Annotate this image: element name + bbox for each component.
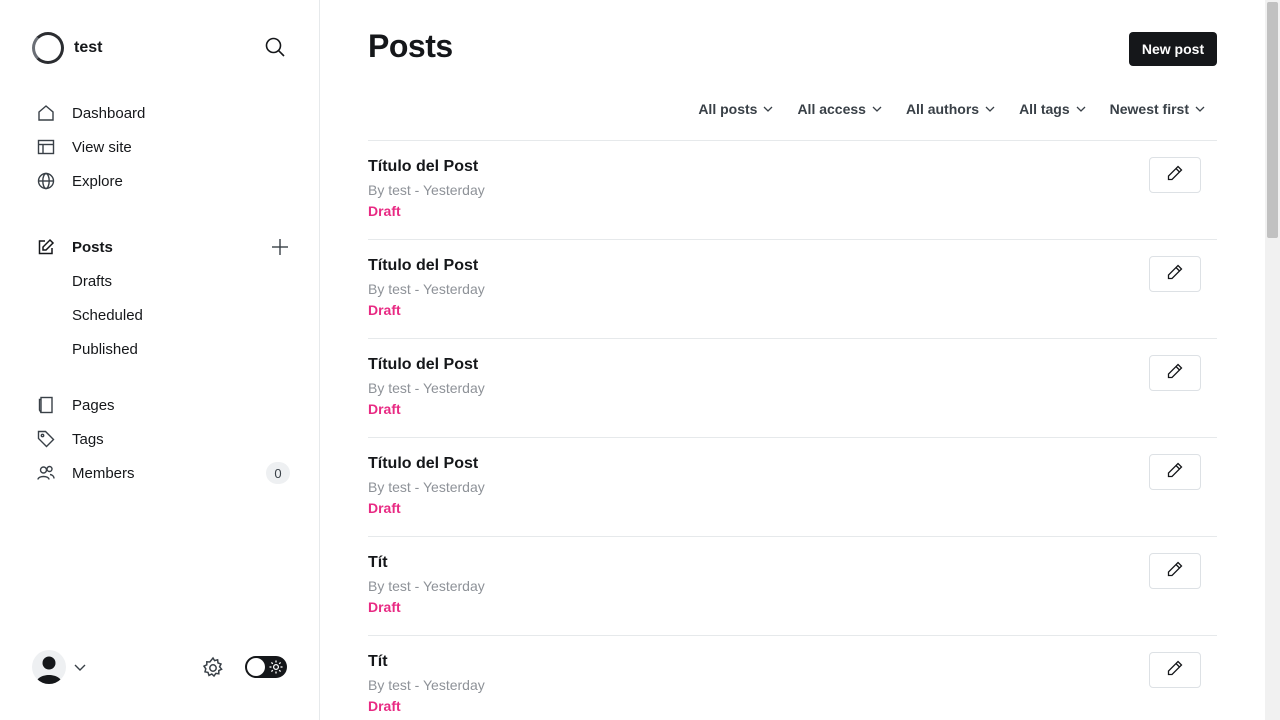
post-status: Draft	[368, 698, 401, 714]
nav-item-pages[interactable]: Pages	[32, 388, 292, 422]
nav-item-view-site[interactable]: View site	[32, 130, 292, 164]
main-content: Posts New post All posts All access All …	[320, 0, 1265, 720]
theme-toggle[interactable]	[245, 656, 287, 678]
edit-post-button[interactable]	[1149, 157, 1201, 193]
pencil-icon	[1167, 561, 1183, 582]
edit-post-button[interactable]	[1149, 553, 1201, 589]
sun-icon	[269, 660, 283, 679]
nav-label: Members	[72, 464, 135, 482]
post-meta: By test - Yesterday	[368, 380, 485, 396]
nav-item-explore[interactable]: Explore	[32, 164, 292, 198]
filter-label: All access	[797, 101, 866, 117]
chevron-down-icon	[763, 101, 773, 117]
toggle-knob	[247, 658, 265, 676]
post-meta: By test - Yesterday	[368, 479, 485, 495]
post-status: Draft	[368, 599, 401, 615]
edit-post-button[interactable]	[1149, 652, 1201, 688]
add-post-icon[interactable]	[270, 237, 290, 257]
edit-post-button[interactable]	[1149, 256, 1201, 292]
layout-icon	[34, 135, 58, 159]
scrollbar-thumb[interactable]	[1267, 2, 1278, 238]
pencil-icon	[1167, 165, 1183, 186]
nav-item-posts[interactable]: Posts	[32, 230, 292, 264]
nav-item-scheduled[interactable]: Scheduled	[32, 298, 292, 332]
post-list-item[interactable]: Tít By test - Yesterday Draft	[368, 536, 1217, 635]
site-logo-icon	[32, 32, 64, 64]
chevron-down-icon	[1076, 101, 1086, 117]
post-status: Draft	[368, 302, 401, 318]
filter-tags[interactable]: All tags	[1019, 101, 1086, 117]
post-status: Draft	[368, 203, 401, 219]
new-post-button[interactable]: New post	[1129, 32, 1217, 66]
page-scrollbar[interactable]	[1265, 0, 1280, 720]
post-status: Draft	[368, 500, 401, 516]
chevron-down-icon	[1195, 101, 1205, 117]
post-title[interactable]: Tít	[368, 653, 388, 671]
sidebar-footer	[32, 650, 288, 686]
post-list-item[interactable]: Título del Post By test - Yesterday Draf…	[368, 239, 1217, 338]
members-count-badge: 0	[266, 462, 290, 484]
filter-access[interactable]: All access	[797, 101, 882, 117]
post-meta: By test - Yesterday	[368, 677, 485, 693]
post-list-item[interactable]: Título del Post By test - Yesterday Draf…	[368, 437, 1217, 536]
post-list-item[interactable]: Título del Post By test - Yesterday Draf…	[368, 338, 1217, 437]
nav-item-dashboard[interactable]: Dashboard	[32, 96, 292, 130]
post-list-item[interactable]: Tít By test - Yesterday Draft	[368, 635, 1217, 720]
post-title[interactable]: Título del Post	[368, 158, 478, 176]
members-icon	[34, 461, 58, 485]
post-meta: By test - Yesterday	[368, 281, 485, 297]
post-title[interactable]: Título del Post	[368, 257, 478, 275]
nav-label: Posts	[72, 238, 113, 256]
post-title[interactable]: Tít	[368, 554, 388, 572]
globe-icon	[34, 169, 58, 193]
pencil-icon	[1167, 462, 1183, 483]
post-status: Draft	[368, 401, 401, 417]
site-name: test	[74, 39, 103, 56]
filter-authors[interactable]: All authors	[906, 101, 995, 117]
nav-item-tags[interactable]: Tags	[32, 422, 292, 456]
site-brand[interactable]: test	[32, 32, 102, 64]
sidebar: test Dashboard View site Explore Posts D…	[0, 0, 320, 720]
filter-bar: All posts All access All authors All tag…	[674, 101, 1205, 117]
pencil-icon	[1167, 264, 1183, 285]
post-list-item[interactable]: Título del Post By test - Yesterday Draf…	[368, 140, 1217, 239]
home-icon	[34, 101, 58, 125]
search-icon[interactable]	[264, 36, 290, 62]
pages-icon	[34, 393, 58, 417]
secondary-nav: Pages Tags Members 0	[32, 388, 292, 490]
chevron-down-icon[interactable]	[74, 660, 86, 678]
nav-item-members[interactable]: Members 0	[32, 456, 292, 490]
nav-label: Tags	[72, 430, 104, 448]
nav-item-drafts[interactable]: Drafts	[32, 264, 292, 298]
primary-nav: Dashboard View site Explore	[32, 96, 292, 198]
post-list: Título del Post By test - Yesterday Draf…	[368, 140, 1217, 720]
posts-nav: Posts Drafts Scheduled Published	[32, 230, 292, 366]
nav-label: Dashboard	[72, 104, 146, 122]
nav-label: Explore	[72, 172, 123, 190]
filter-label: Newest first	[1109, 101, 1189, 117]
post-title[interactable]: Título del Post	[368, 455, 478, 473]
nav-label: Pages	[72, 396, 115, 414]
user-avatar[interactable]	[32, 650, 66, 684]
filter-post-type[interactable]: All posts	[698, 101, 773, 117]
edit-icon	[34, 235, 58, 259]
page-title: Posts	[368, 28, 453, 64]
edit-post-button[interactable]	[1149, 454, 1201, 490]
post-meta: By test - Yesterday	[368, 182, 485, 198]
pencil-icon	[1167, 660, 1183, 681]
filter-label: All tags	[1019, 101, 1070, 117]
pencil-icon	[1167, 363, 1183, 384]
filter-label: All authors	[905, 101, 980, 117]
post-meta: By test - Yesterday	[368, 578, 485, 594]
nav-item-published[interactable]: Published	[32, 332, 292, 366]
filter-sort-order[interactable]: Newest first	[1110, 101, 1205, 117]
tag-icon	[34, 427, 58, 451]
post-title[interactable]: Título del Post	[368, 356, 478, 374]
chevron-down-icon	[872, 101, 882, 117]
filter-label: All posts	[698, 101, 758, 117]
chevron-down-icon	[985, 101, 995, 117]
nav-label: View site	[72, 138, 132, 156]
gear-icon[interactable]	[201, 656, 225, 685]
edit-post-button[interactable]	[1149, 355, 1201, 391]
